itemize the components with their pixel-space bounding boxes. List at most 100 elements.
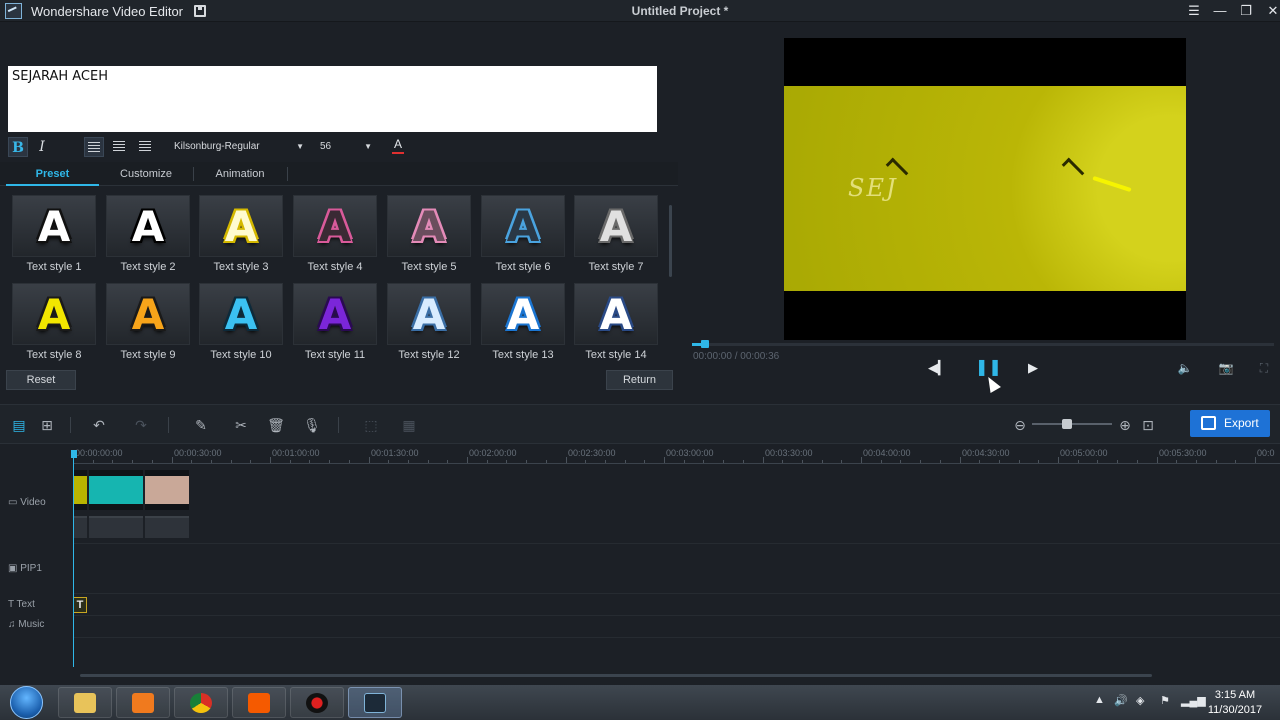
menu-icon[interactable]: ☰ xyxy=(1183,2,1205,20)
tray-expand-icon[interactable]: ▲ xyxy=(1094,694,1105,706)
taskbar-recorder[interactable] xyxy=(290,687,344,718)
pip-track[interactable] xyxy=(73,544,1280,594)
text-style-tile[interactable]: A xyxy=(574,283,658,345)
close-button[interactable]: ✕ xyxy=(1262,2,1280,20)
audio-clip[interactable] xyxy=(73,516,87,538)
align-right-button[interactable] xyxy=(136,137,156,157)
trash-icon[interactable]: 🗑 xyxy=(267,416,285,434)
video-clip[interactable] xyxy=(145,470,189,510)
taskbar-video-editor[interactable] xyxy=(348,687,402,718)
text-style-tile[interactable]: A xyxy=(574,195,658,257)
align-left-button[interactable] xyxy=(84,137,104,157)
fullscreen-icon[interactable]: ⛶ xyxy=(1256,360,1272,376)
export-button[interactable]: Export xyxy=(1190,410,1270,437)
playhead[interactable] xyxy=(73,452,74,667)
tab-customize[interactable]: Customize xyxy=(99,162,193,186)
text-style-label: Text style 8 xyxy=(26,349,82,361)
font-color-button[interactable]: A xyxy=(391,137,405,157)
ruler-tick xyxy=(861,457,862,463)
text-track-icon: T xyxy=(8,599,17,610)
text-style-preview: A xyxy=(37,289,71,339)
start-button[interactable] xyxy=(10,686,43,719)
text-style-tile[interactable]: A xyxy=(106,283,190,345)
zoom-out-icon[interactable]: ⊖ xyxy=(1011,416,1029,434)
system-clock[interactable]: 3:15 AM 11/30/2017 xyxy=(1200,688,1270,718)
zoom-slider-handle[interactable] xyxy=(1062,419,1072,429)
text-track[interactable] xyxy=(73,594,1280,616)
music-track[interactable] xyxy=(73,616,1280,638)
taskbar-file-explorer[interactable] xyxy=(58,687,112,718)
ruler-tick xyxy=(881,460,882,463)
speaker-icon[interactable]: 🔊 xyxy=(1114,694,1128,707)
timeline-ruler[interactable]: 00:00:00:00 00:00:30:00 00:01:00:00 00:01:3… xyxy=(73,446,1280,464)
playback-scrubber[interactable] xyxy=(701,340,709,348)
title-text-input[interactable]: SEJARAH ACEH xyxy=(8,66,657,132)
text-style-tile[interactable]: A xyxy=(293,195,377,257)
antivirus-icon[interactable]: ◈ xyxy=(1136,694,1144,707)
audio-clip[interactable] xyxy=(89,516,143,538)
microphone-icon[interactable]: 🎙 xyxy=(303,416,321,434)
ruler-tick xyxy=(743,460,744,463)
font-select[interactable]: Kilsonburg-Regular ▼ xyxy=(170,138,308,156)
tab-preset[interactable]: Preset xyxy=(6,162,99,186)
flag-icon[interactable]: ⚑ xyxy=(1160,694,1170,707)
video-track[interactable] xyxy=(73,464,1280,544)
volume-icon[interactable]: 🔈 xyxy=(1177,360,1193,376)
next-frame-button[interactable]: ▶ xyxy=(1023,358,1043,378)
video-clip[interactable] xyxy=(73,470,87,510)
reset-button[interactable]: Reset xyxy=(6,370,76,390)
grid-icon[interactable]: ⊞ xyxy=(38,416,56,434)
text-style-tile[interactable]: A xyxy=(12,195,96,257)
ruler-tick xyxy=(802,460,803,463)
font-size-select[interactable]: 56 ▼ xyxy=(316,138,376,156)
text-style-tile[interactable]: A xyxy=(106,195,190,257)
text-style-tile[interactable]: A xyxy=(481,195,565,257)
text-style-preview: A xyxy=(599,289,633,339)
minimize-button[interactable]: — xyxy=(1209,2,1231,20)
text-style-tile[interactable]: A xyxy=(387,283,471,345)
ruler-tick xyxy=(1058,457,1059,463)
storyboard-icon[interactable]: ▤ xyxy=(10,416,28,434)
fit-timeline-icon[interactable]: ⊡ xyxy=(1139,416,1157,434)
video-clip[interactable] xyxy=(89,470,143,510)
snapshot-icon[interactable]: 📷 xyxy=(1218,360,1234,376)
text-style-tile[interactable]: A xyxy=(199,195,283,257)
ruler-tick xyxy=(763,457,764,463)
timeline-scrollbar[interactable] xyxy=(80,674,1152,677)
text-style-tile[interactable]: A xyxy=(387,195,471,257)
zoom-in-icon[interactable]: ⊕ xyxy=(1116,416,1134,434)
return-button[interactable]: Return xyxy=(606,370,673,390)
redo-icon[interactable]: ↷ xyxy=(132,416,150,434)
previous-frame-button[interactable]: ◀▎ xyxy=(928,358,948,378)
playback-progress[interactable] xyxy=(692,343,1274,346)
undo-icon[interactable]: ↶ xyxy=(90,416,108,434)
tab-animation[interactable]: Animation xyxy=(193,162,287,186)
text-style-tile[interactable]: A xyxy=(199,283,283,345)
edit-icon[interactable]: ✎ xyxy=(192,416,210,434)
italic-button[interactable]: I xyxy=(32,137,52,157)
text-style-tile[interactable]: A xyxy=(293,283,377,345)
text-style-label: Text style 3 xyxy=(213,261,269,273)
audio-clip[interactable] xyxy=(145,516,189,538)
format-toolbar: B I Kilsonburg-Regular ▼ 56 ▼ A xyxy=(8,136,668,158)
ruler-label: 00:04:00:00 xyxy=(863,448,911,458)
restore-button[interactable]: ❐ xyxy=(1235,2,1257,20)
scissors-icon[interactable]: ✂ xyxy=(232,416,250,434)
crop-icon[interactable]: ⬚ xyxy=(362,416,380,434)
split-screen-icon[interactable]: ▦ xyxy=(400,416,418,434)
chevron-down-icon: ▼ xyxy=(364,142,372,151)
text-style-tile[interactable]: A xyxy=(481,283,565,345)
text-style-tile[interactable]: A xyxy=(12,283,96,345)
clock-date: 11/30/2017 xyxy=(1207,704,1263,716)
bold-button[interactable]: B xyxy=(8,137,28,157)
playhead-handle[interactable] xyxy=(71,450,77,458)
zoom-slider[interactable] xyxy=(1032,423,1112,425)
text-clip[interactable]: T xyxy=(73,597,87,613)
video-preview[interactable]: SEJ xyxy=(784,38,1186,340)
taskbar-mi-app[interactable] xyxy=(232,687,286,718)
taskbar-chrome[interactable] xyxy=(174,687,228,718)
ruler-label: 00:03:00:00 xyxy=(666,448,714,458)
style-grid-scrollbar[interactable] xyxy=(669,205,672,277)
taskbar-media-player[interactable] xyxy=(116,687,170,718)
align-center-button[interactable] xyxy=(110,137,130,157)
